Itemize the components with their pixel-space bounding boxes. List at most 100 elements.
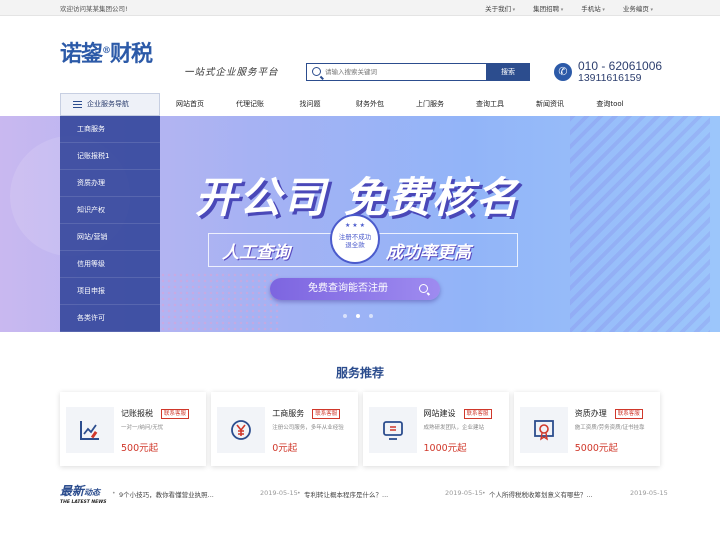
- nav-item-tools[interactable]: 查询工具: [460, 93, 520, 116]
- service-card-website[interactable]: 网站建设 联系客服 成熟研发团队，企业建站 1000元起: [362, 392, 509, 466]
- search-icon: [312, 67, 321, 76]
- search-input[interactable]: [325, 65, 485, 79]
- chart-pen-icon: [80, 421, 99, 440]
- side-menu-item-licenses[interactable]: 各类许可: [60, 305, 160, 332]
- side-menu-item-web[interactable]: 网站/营销: [60, 224, 160, 251]
- news-date-2: 2019-05-15: [445, 489, 483, 497]
- phone-main: 010 - 62061006: [578, 59, 663, 73]
- certificate-icon: [533, 420, 554, 441]
- news-item-1[interactable]: 9个小技巧，教你看懂营业执照...: [119, 489, 214, 499]
- service-cards: 记账报税 联系客服 一对一/纳问/无忧 500元起 工商服务 联系客服 注册公司…: [60, 392, 660, 466]
- yen-coin-icon: [231, 420, 252, 440]
- logo-text: 诺鋆®财税: [60, 36, 153, 68]
- logo-name: 诺鋆: [60, 41, 103, 67]
- side-menu-item-ip[interactable]: 知识产权: [60, 197, 160, 224]
- service-icon-box: [66, 407, 114, 453]
- search-box: 搜索: [306, 63, 530, 81]
- side-menu-item-qualification[interactable]: 资质办理: [60, 170, 160, 197]
- service-desc: 注册公司服务，多年从业经验: [272, 425, 344, 431]
- news-item-3[interactable]: 个人所得税税收筹划意义有哪些？...: [489, 489, 593, 499]
- nav-item-home[interactable]: 网站首页: [160, 93, 220, 116]
- monitor-icon: [382, 421, 403, 440]
- top-link-jobs[interactable]: 集团招聘: [524, 3, 572, 13]
- bullet-icon: •: [297, 490, 301, 497]
- service-price: 5000元起: [574, 443, 618, 454]
- top-bar: 欢迎访问某某集团公司! 关于我们 集团招聘 手机站 业务编页: [0, 0, 720, 16]
- service-icon-box: [217, 407, 266, 453]
- nav-item-onsite[interactable]: 上门服务: [400, 93, 460, 116]
- contact-service-badge[interactable]: 联系客服: [463, 409, 492, 419]
- service-price: 1000元起: [423, 443, 467, 454]
- news-logo-cn: 最新: [60, 484, 85, 498]
- service-card-business[interactable]: 工商服务 联系客服 注册公司服务，多年从业经验 0元起: [211, 392, 358, 466]
- bullet-icon: •: [112, 490, 116, 497]
- banner-sub-right: 成功率更高: [386, 243, 471, 263]
- carousel-dot-1[interactable]: [343, 314, 347, 318]
- contact-service-badge[interactable]: 联系客服: [312, 409, 341, 419]
- news-logo: 最新动态: [60, 482, 100, 499]
- service-price: 500元起: [121, 443, 159, 454]
- service-title: 资质办理: [574, 409, 607, 418]
- carousel-dot-2[interactable]: [356, 314, 360, 318]
- logo[interactable]: 诺鋆®财税: [60, 36, 185, 68]
- seal-line-1: 注册不成功: [338, 233, 372, 241]
- service-desc: 一对一/纳问/无忧: [121, 425, 164, 431]
- nav-items: 网站首页 代理记账 找问题 财务外包 上门服务 查询工具 新闻资讯 查询tool: [160, 93, 640, 116]
- nav-item-questions[interactable]: 找问题: [280, 93, 340, 116]
- news-item-2[interactable]: 专利转让概本程序是什么？...: [304, 489, 388, 499]
- carousel-dot-3[interactable]: [369, 314, 373, 318]
- category-nav-button[interactable]: 企业服务导航: [60, 93, 160, 116]
- slogan: 一站式企业服务平台: [184, 67, 279, 78]
- phone-mobile: 13911616159: [578, 72, 642, 84]
- top-links: 关于我们 集团招聘 手机站 业务编页: [476, 3, 662, 13]
- news-logo-cn-small: 动态: [84, 488, 101, 497]
- service-desc: 施工资质/劳务资质/证书挂靠: [574, 425, 645, 431]
- side-menu-item-projects[interactable]: 项目申报: [60, 278, 160, 305]
- header: 诺鋆®财税 一站式企业服务平台 搜索 ✆ 010 - 62061006 1391…: [0, 16, 720, 92]
- main-nav: 企业服务导航 网站首页 代理记账 找问题 财务外包 上门服务 查询工具 新闻资讯…: [0, 93, 720, 116]
- search-button[interactable]: 搜索: [486, 63, 530, 81]
- top-link-about[interactable]: 关于我们: [476, 3, 524, 13]
- side-menu-item-bookkeeping[interactable]: 记账报税1: [60, 143, 160, 170]
- top-link-mobile[interactable]: 手机站: [572, 3, 614, 13]
- side-menu-item-credit[interactable]: 信用等级: [60, 251, 160, 278]
- welcome-text: 欢迎访问某某集团公司!: [60, 5, 128, 13]
- banner-decoration-dots: [160, 272, 280, 332]
- search-icon: [419, 284, 428, 293]
- service-card-qualification[interactable]: 资质办理 联系客服 施工资质/劳务资质/证书挂靠 5000元起: [513, 392, 660, 466]
- latest-news: 最新动态 THE LATEST NEWS • 9个小技巧，教你看懂营业执照...…: [60, 480, 670, 512]
- star-icon: ★ ★ ★: [345, 222, 365, 229]
- news-logo-en: THE LATEST NEWS: [60, 500, 107, 505]
- news-date-1: 2019-05-15: [260, 489, 298, 497]
- nav-item-news[interactable]: 新闻资讯: [520, 93, 580, 116]
- seal-line-2: 退全款: [345, 241, 365, 249]
- service-price: 0元起: [272, 443, 298, 454]
- banner-cta-button[interactable]: 免费查询能否注册: [270, 278, 440, 300]
- bullet-icon: •: [482, 490, 486, 497]
- banner-sub-left: 人工查询: [222, 243, 290, 263]
- contact-service-badge[interactable]: 联系客服: [161, 409, 190, 419]
- nav-item-bookkeeping[interactable]: 代理记账: [220, 93, 280, 116]
- category-nav-label: 企业服务导航: [87, 100, 129, 108]
- service-desc: 成熟研发团队，企业建站: [423, 425, 485, 431]
- side-menu-item-business[interactable]: 工商服务: [60, 116, 160, 143]
- refund-seal: ★ ★ ★ 注册不成功 退全款: [330, 214, 380, 264]
- menu-icon: [73, 101, 82, 108]
- service-card-bookkeeping[interactable]: 记账报税 联系客服 一对一/纳问/无忧 500元起: [60, 392, 207, 466]
- category-side-menu: 工商服务 记账报税1 资质办理 知识产权 网站/营销 信用等级 项目申报 各类许…: [60, 116, 160, 332]
- nav-item-outsourcing[interactable]: 财务外包: [340, 93, 400, 116]
- services-title: 服务推荐: [335, 366, 384, 380]
- phone-icon: ✆: [554, 63, 572, 81]
- nav-item-query-tool[interactable]: 查询tool: [580, 93, 640, 116]
- service-title: 工商服务: [272, 409, 305, 418]
- logo-reg-mark: ®: [102, 46, 111, 56]
- service-icon-box: [519, 407, 568, 453]
- contact-service-badge[interactable]: 联系客服: [614, 409, 643, 419]
- banner-cta-label: 免费查询能否注册: [308, 283, 388, 294]
- banner-decoration-stripes: [570, 116, 710, 332]
- top-link-business[interactable]: 业务编页: [614, 3, 662, 13]
- news-date-3: 2019-05-15: [630, 489, 668, 497]
- service-icon-box: [368, 407, 417, 453]
- service-title: 记账报税: [121, 409, 153, 418]
- service-title: 网站建设: [423, 409, 456, 418]
